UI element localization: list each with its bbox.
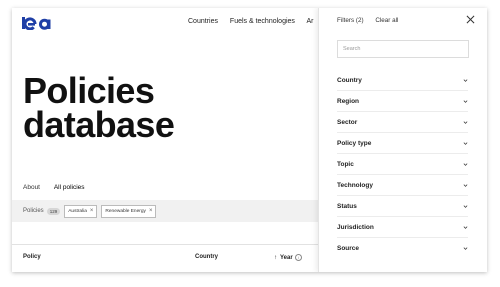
tab-about[interactable]: About [23,184,40,195]
app-window: Countries Fuels & technologies Ar Polici… [12,8,487,272]
filter-category-jurisdiction[interactable]: Jurisdiction [337,217,468,238]
filter-category-policy-type[interactable]: Policy type [337,133,468,154]
filter-category-label: Status [337,202,357,210]
filter-category-topic[interactable]: Topic [337,154,468,175]
filter-category-region[interactable]: Region [337,91,468,112]
chevron-down-icon [463,246,468,250]
tab-all-policies[interactable]: All policies [54,184,85,195]
policies-label: Policies [23,208,44,214]
chip-label: Australia [68,208,87,214]
close-icon[interactable]: × [90,208,94,214]
filter-category-technology[interactable]: Technology [337,175,468,196]
clear-all-button[interactable]: Clear all [375,17,398,24]
nav-fuels-technologies[interactable]: Fuels & technologies [230,18,295,25]
filter-panel: Filters (2) Clear all Country Region Sec… [318,8,487,272]
filter-category-label: Country [337,76,362,84]
nav-countries[interactable]: Countries [188,18,218,25]
filter-category-source[interactable]: Source [337,238,468,258]
page-title: Policies database [23,73,175,145]
iea-logo[interactable] [22,15,56,31]
filter-category-label: Source [337,244,360,252]
column-header-policy[interactable]: Policy [23,254,41,260]
chevron-down-icon [463,141,468,145]
column-header-country[interactable]: Country [195,254,218,260]
chip-label: Renewable Energy [105,208,146,214]
filter-category-label: Sector [337,118,358,126]
chevron-down-icon [463,99,468,103]
chevron-down-icon [463,225,468,229]
filter-category-label: Topic [337,160,354,168]
filter-category-label: Technology [337,181,373,189]
table-header: Policy Country ↑ Year i [12,244,318,267]
filter-category-label: Region [337,97,360,105]
active-filters-bar: Policies 129 Australia × Renewable Energ… [12,200,318,222]
nav-item-truncated[interactable]: Ar [306,18,313,25]
policies-count-badge: 129 [46,207,61,215]
tab-bar: About All policies [23,184,97,195]
chevron-down-icon [463,183,468,187]
chevron-down-icon [463,162,468,166]
page-title-line-2: database [23,104,175,145]
filter-chip-australia[interactable]: Australia × [64,204,98,218]
chevron-down-icon [463,120,468,124]
filter-category-label: Policy type [337,139,372,147]
filter-category-country[interactable]: Country [337,70,468,91]
main-nav: Countries Fuels & technologies Ar [188,18,323,25]
chevron-down-icon [463,78,468,82]
close-icon[interactable]: × [149,208,153,214]
panel-header: Filters (2) Clear all [337,17,408,24]
filter-category-status[interactable]: Status [337,196,468,217]
filter-search-input[interactable] [337,40,469,58]
info-icon[interactable]: i [294,254,302,261]
filter-category-label: Jurisdiction [337,223,374,231]
year-label: Year [280,255,293,262]
filter-category-sector[interactable]: Sector [337,112,468,133]
sort-up-arrow-icon: ↑ [274,255,277,262]
filter-category-list: Country Region Sector Policy type Topic … [337,70,468,258]
column-header-year[interactable]: ↑ Year i [274,254,302,261]
chevron-down-icon [463,204,468,208]
filters-count-label[interactable]: Filters (2) [337,17,364,24]
filter-chip-renewable-energy[interactable]: Renewable Energy × [101,204,157,218]
close-icon[interactable] [466,15,475,24]
